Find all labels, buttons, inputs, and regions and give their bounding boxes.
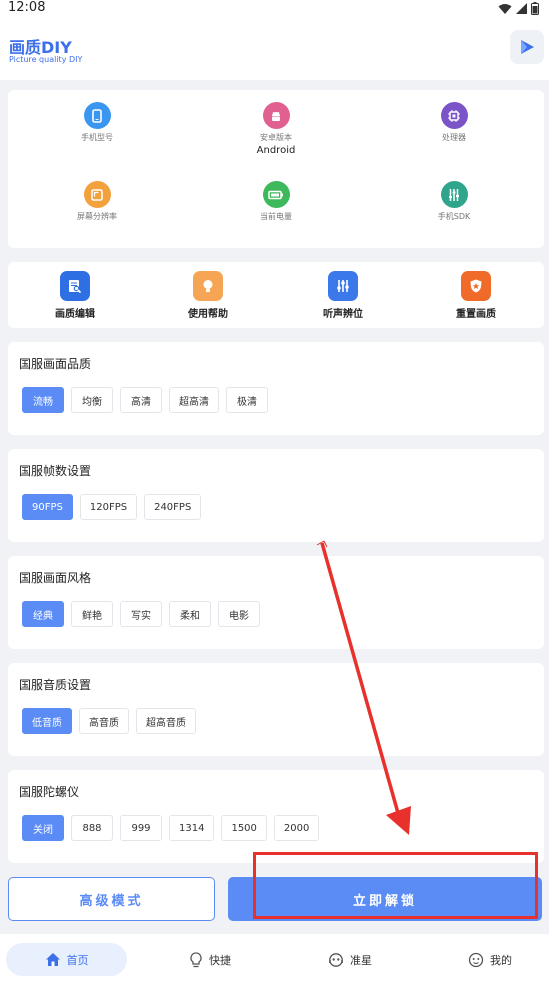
info-label: 当前电量 [260, 212, 292, 221]
sliders-icon [440, 181, 468, 208]
unlock-now-button[interactable]: 立即解锁 [228, 877, 542, 921]
wifi-icon [498, 3, 512, 14]
option-90fps[interactable]: 90FPS [22, 494, 73, 520]
func-label: 听声辨位 [323, 309, 363, 320]
tab-label: 准星 [350, 953, 372, 967]
section-title: 国服画面风格 [19, 571, 92, 585]
func-label: 重置画质 [456, 309, 496, 320]
status-bar: 12:08 [0, 0, 549, 20]
phone-icon [83, 102, 111, 129]
info-label: 安卓版本 [260, 133, 292, 142]
home-icon [45, 953, 60, 966]
status-icons [498, 2, 539, 15]
advanced-mode-button[interactable]: 高级模式 [8, 877, 215, 921]
option-extreme-hd[interactable]: 极清 [226, 387, 268, 413]
option-vivid[interactable]: 鲜艳 [71, 601, 113, 627]
app-subtitle: Picture quality DIY [9, 55, 83, 64]
smiley-icon [468, 952, 484, 967]
lightbulb-icon [190, 951, 202, 967]
info-processor[interactable]: 处理器 [394, 102, 514, 145]
options-row: 流畅 均衡 高清 超高清 极清 [22, 387, 268, 413]
options-row: 关闭 888 999 1314 1500 2000 [22, 815, 320, 841]
func-reset-quality[interactable]: 重置画质 [431, 271, 521, 320]
option-cinema[interactable]: 电影 [218, 601, 260, 627]
option-classic[interactable]: 经典 [22, 601, 64, 627]
option-balanced[interactable]: 均衡 [71, 387, 113, 413]
option-low-audio[interactable]: 低音质 [22, 708, 72, 734]
info-android-version[interactable]: 安卓版本 Android [216, 102, 336, 156]
app-header: 画质DIY Picture quality DIY [0, 20, 549, 80]
tab-home[interactable]: 首页 [6, 943, 127, 976]
info-value: Android [256, 145, 296, 156]
option-999[interactable]: 999 [120, 815, 162, 841]
play-icon [521, 40, 534, 54]
device-info-card: 手机型号 安卓版本 Android 处理器 屏幕分辨率 当前电量 手机SDK [8, 90, 544, 248]
section-title: 国服音质设置 [19, 678, 92, 692]
func-label: 画质编辑 [55, 309, 95, 320]
option-888[interactable]: 888 [71, 815, 113, 841]
option-ultra-hd[interactable]: 超高清 [169, 387, 219, 413]
screen-icon [83, 181, 111, 208]
shield-icon [461, 271, 491, 301]
bulb-icon [193, 271, 223, 301]
tab-shortcut[interactable]: 快捷 [170, 943, 250, 976]
chip-icon [440, 102, 468, 129]
section-title: 国服画面品质 [19, 357, 92, 371]
info-phone-model[interactable]: 手机型号 [37, 102, 157, 145]
status-time: 12:08 [8, 0, 46, 15]
function-card: 画质编辑 使用帮助 听声辨位 重置画质 [8, 262, 544, 328]
info-label: 处理器 [442, 133, 466, 142]
info-label: 手机型号 [81, 133, 113, 142]
option-off[interactable]: 关闭 [22, 815, 64, 841]
option-1500[interactable]: 1500 [221, 815, 267, 841]
android-icon [262, 102, 290, 129]
option-1314[interactable]: 1314 [169, 815, 215, 841]
tab-label: 快捷 [209, 953, 231, 967]
section-audio-quality: 国服音质设置 低音质 高音质 超高音质 [8, 663, 544, 756]
battery-icon [262, 181, 290, 208]
info-sdk[interactable]: 手机SDK [394, 181, 514, 224]
section-picture-style: 国服画面风格 经典 鲜艳 写实 柔和 电影 [8, 556, 544, 649]
section-gyroscope: 国服陀螺仪 关闭 888 999 1314 1500 2000 [8, 770, 544, 863]
battery-status-icon [531, 2, 539, 15]
func-sound-locate[interactable]: 听声辨位 [298, 271, 388, 320]
edit-icon [60, 271, 90, 301]
info-label: 屏幕分辨率 [77, 212, 117, 221]
option-hd[interactable]: 高清 [120, 387, 162, 413]
option-soft[interactable]: 柔和 [169, 601, 211, 627]
tab-label: 我的 [490, 953, 512, 967]
options-row: 低音质 高音质 超高音质 [22, 708, 196, 734]
info-label: 手机SDK [437, 212, 471, 221]
play-button[interactable] [510, 30, 544, 64]
tab-label: 首页 [66, 953, 89, 967]
section-picture-quality: 国服画面品质 流畅 均衡 高清 超高清 极清 [8, 342, 544, 435]
tab-crosshair[interactable]: 准星 [310, 943, 390, 976]
func-help[interactable]: 使用帮助 [163, 271, 253, 320]
option-240fps[interactable]: 240FPS [144, 494, 202, 520]
section-title: 国服帧数设置 [19, 464, 92, 478]
option-120fps[interactable]: 120FPS [79, 494, 138, 520]
signal-icon [516, 3, 527, 14]
options-row: 经典 鲜艳 写实 柔和 电影 [22, 601, 260, 627]
tuner-icon [328, 271, 358, 301]
section-frame-rate: 国服帧数设置 90FPS 120FPS 240FPS [8, 449, 544, 542]
func-quality-edit[interactable]: 画质编辑 [30, 271, 120, 320]
bottom-tab-bar: 首页 快捷 准星 我的 [0, 934, 549, 985]
annotation-arrow [316, 540, 411, 835]
option-ultra-audio[interactable]: 超高音质 [136, 708, 196, 734]
info-screen-resolution[interactable]: 屏幕分辨率 [37, 181, 157, 224]
option-realistic[interactable]: 写实 [120, 601, 162, 627]
func-label: 使用帮助 [188, 309, 228, 320]
info-battery[interactable]: 当前电量 [216, 181, 336, 224]
option-high-audio[interactable]: 高音质 [79, 708, 129, 734]
section-title: 国服陀螺仪 [19, 785, 80, 799]
tab-mine[interactable]: 我的 [450, 943, 530, 976]
options-row: 90FPS 120FPS 240FPS [22, 494, 202, 520]
option-smooth[interactable]: 流畅 [22, 387, 64, 413]
crosshair-icon [329, 952, 343, 967]
